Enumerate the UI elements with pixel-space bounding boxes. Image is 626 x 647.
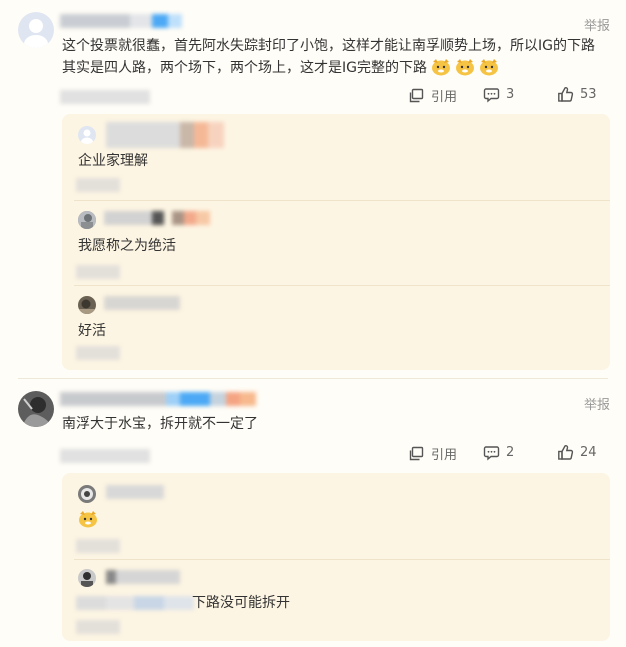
avatar[interactable]	[78, 569, 96, 587]
doge-emoji-icon	[431, 58, 451, 76]
reply-item	[62, 473, 610, 559]
username-blurred[interactable]	[60, 14, 182, 28]
quote-label: 引用	[431, 448, 458, 463]
reply-item: 好活	[62, 286, 610, 370]
avatar[interactable]	[78, 126, 96, 144]
timestamp-blurred	[76, 539, 120, 553]
reply-thread: 下路没可能拆开	[62, 473, 610, 641]
comment-item: 举报 这个投票就很蠢，首先阿水失踪封印了小饱，这样才能让南孚顺势上场，所以IG的…	[0, 0, 626, 378]
quote-button[interactable]: 引用	[408, 86, 457, 105]
timestamp-blurred	[76, 346, 120, 360]
like-button[interactable]: 24	[557, 444, 597, 461]
report-link[interactable]: 举报	[584, 15, 610, 34]
doge-emoji-icon	[78, 510, 98, 528]
timestamp-blurred	[76, 620, 120, 634]
username-blurred[interactable]	[104, 296, 180, 310]
reply-count-button[interactable]: 3	[483, 86, 514, 103]
reply-count: 3	[506, 87, 515, 102]
username-blurred[interactable]	[106, 570, 180, 584]
reply-item: 企业家理解	[62, 114, 610, 200]
avatar[interactable]	[78, 296, 96, 314]
comment-text: 这个投票就很蠢，首先阿水失踪封印了小饱，这样才能让南孚顺势上场，所以IG的下路其…	[62, 35, 602, 79]
timestamp-blurred	[60, 90, 150, 104]
quote-button[interactable]: 引用	[408, 444, 457, 463]
quoted-user-blurred[interactable]	[76, 596, 194, 610]
reply-text: 好活	[78, 323, 106, 339]
comment-bubble-icon	[483, 446, 500, 461]
username-blurred[interactable]	[104, 211, 210, 225]
timestamp-blurred	[76, 265, 120, 279]
reply-text: 企业家理解	[78, 153, 148, 169]
like-count: 24	[580, 445, 597, 460]
reply-text: 下路没可能拆开	[192, 595, 290, 611]
timestamp-blurred	[60, 449, 150, 463]
reply-count: 2	[506, 445, 515, 460]
reply-thread: 企业家理解 我愿称之为绝活 好活	[62, 114, 610, 370]
reply-item: 我愿称之为绝活	[62, 201, 610, 285]
quote-icon	[409, 446, 424, 461]
avatar[interactable]	[78, 485, 96, 503]
comment-body: 这个投票就很蠢，首先阿水失踪封印了小饱，这样才能让南孚顺势上场，所以IG的下路其…	[62, 38, 595, 76]
doge-emoji-icon	[455, 58, 475, 76]
comment-text: 南浮大于水宝，拆开就不一定了	[62, 416, 258, 432]
like-count: 53	[580, 87, 597, 102]
thumbs-up-icon	[558, 445, 574, 460]
avatar[interactable]	[18, 391, 54, 427]
quote-icon	[409, 88, 424, 103]
quote-label: 引用	[431, 90, 458, 105]
reply-count-button[interactable]: 2	[483, 444, 514, 461]
thumbs-up-icon	[558, 87, 574, 102]
avatar[interactable]	[18, 12, 54, 48]
comment-item: 举报 南浮大于水宝，拆开就不一定了 引用 2 24 下路没可能拆开	[0, 379, 626, 647]
report-link[interactable]: 举报	[584, 394, 610, 413]
reply-item: 下路没可能拆开	[62, 560, 610, 640]
username-blurred[interactable]	[106, 485, 164, 499]
comment-bubble-icon	[483, 88, 500, 103]
reply-text	[78, 509, 98, 531]
avatar[interactable]	[78, 211, 96, 229]
username-blurred[interactable]	[60, 392, 256, 406]
timestamp-blurred	[76, 178, 120, 192]
reply-text: 我愿称之为绝活	[78, 238, 176, 254]
username-blurred[interactable]	[106, 122, 224, 148]
doge-emoji-icon	[479, 58, 499, 76]
like-button[interactable]: 53	[557, 86, 597, 103]
